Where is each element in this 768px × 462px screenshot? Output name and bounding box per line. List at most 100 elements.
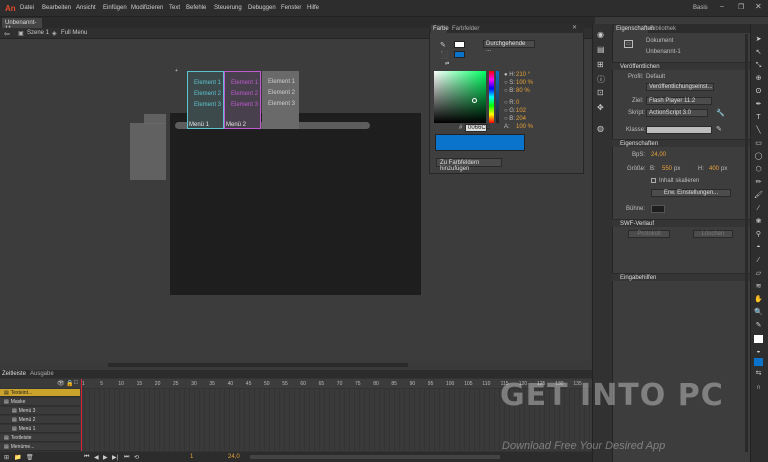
stroke-color-tool-icon[interactable]: ✎ bbox=[754, 322, 763, 330]
paint-bucket-tool-icon[interactable]: ◓ bbox=[754, 244, 763, 252]
hand-tool-icon[interactable]: ✋ bbox=[754, 296, 763, 304]
section-swf-history[interactable]: SWF-Verlauf bbox=[612, 219, 750, 227]
menu-3-element-2[interactable]: Element 2 bbox=[268, 90, 295, 96]
hue-slider[interactable] bbox=[489, 71, 494, 123]
offstage-shape[interactable] bbox=[130, 123, 166, 180]
fps-value[interactable]: 24,00 bbox=[651, 152, 666, 158]
panel-close-icon[interactable]: ✕ bbox=[572, 24, 577, 31]
loop-icon[interactable]: ⟲ bbox=[134, 454, 139, 461]
script-dropdown[interactable]: ActionScript 3.0 bbox=[646, 109, 708, 117]
breadcrumb-scene[interactable]: Szene 1 bbox=[27, 30, 49, 36]
current-frame[interactable]: 1 bbox=[190, 454, 193, 460]
back-arrow-icon[interactable]: ⇦ bbox=[4, 30, 10, 38]
menu-1-element-3[interactable]: Element 3 bbox=[194, 102, 221, 108]
class-input[interactable] bbox=[646, 126, 712, 134]
menu-2-label[interactable]: Menü 2 bbox=[226, 122, 246, 128]
color-picker-field[interactable] bbox=[434, 71, 486, 123]
frame-rate[interactable]: 24,0 bbox=[228, 454, 240, 460]
menu-debug[interactable]: Debuggen bbox=[248, 5, 276, 11]
swf-clear-button[interactable]: Löschen bbox=[693, 230, 733, 238]
menu-modify[interactable]: Modifizieren bbox=[131, 5, 163, 11]
first-frame-icon[interactable]: ⏮ bbox=[84, 454, 89, 461]
tab-properties[interactable]: Eigenschaften bbox=[614, 25, 654, 33]
alpha-slider[interactable] bbox=[496, 71, 499, 123]
selection-tool-icon[interactable]: ➤ bbox=[754, 36, 763, 44]
library-panel-icon[interactable]: ▤ bbox=[597, 45, 605, 54]
pencil-tool-icon[interactable]: ✏ bbox=[754, 179, 763, 187]
components-panel-icon[interactable]: ✥ bbox=[597, 103, 604, 112]
menu-file[interactable]: Datei bbox=[20, 5, 34, 11]
add-to-swatches-button[interactable]: Zu Farbfeldern hinzufügen bbox=[436, 158, 502, 172]
maximize-icon[interactable]: ❐ bbox=[738, 3, 744, 11]
deco-tool-icon[interactable]: ❀ bbox=[754, 218, 763, 226]
properties-scrollbar[interactable] bbox=[745, 34, 748, 452]
menu-control[interactable]: Steuerung bbox=[214, 5, 242, 11]
menu-3-element-3[interactable]: Element 3 bbox=[268, 101, 295, 107]
layer-row[interactable]: ▤ Menü 2 bbox=[0, 416, 80, 424]
stroke-color-chip[interactable] bbox=[754, 335, 763, 343]
fill-type-dropdown[interactable]: Durchgehende ... bbox=[483, 40, 535, 53]
3d-rotation-tool-icon[interactable]: ⊕ bbox=[754, 75, 763, 83]
play-icon[interactable]: ▶ bbox=[103, 454, 108, 461]
motion-presets-icon[interactable]: ◍ bbox=[597, 124, 604, 133]
menu-1-element-1[interactable]: Element 1 bbox=[194, 80, 221, 86]
width-value[interactable]: 550 bbox=[662, 166, 672, 172]
stroke-color-swatch[interactable] bbox=[454, 41, 465, 48]
eraser-tool-icon[interactable]: ▱ bbox=[754, 270, 763, 278]
layer-row[interactable]: ▤ Menü 3 bbox=[0, 407, 80, 415]
show-all-icon[interactable]: 👁 bbox=[57, 380, 65, 387]
close-icon[interactable]: ✕ bbox=[755, 2, 762, 11]
menu-insert[interactable]: Einfügen bbox=[103, 5, 127, 11]
menu-1-label[interactable]: Menü 1 bbox=[189, 122, 209, 128]
brightness-value[interactable]: 80 % bbox=[516, 88, 530, 94]
fill-color-chip[interactable] bbox=[754, 358, 763, 366]
menu-edit[interactable]: Bearbeiten bbox=[42, 5, 71, 11]
tab-timeline[interactable]: Zeitleiste bbox=[2, 371, 26, 377]
target-dropdown[interactable]: Flash Player 11.2 bbox=[646, 97, 712, 105]
lasso-tool-icon[interactable]: ʘ bbox=[754, 88, 763, 96]
menu-1-dropdown[interactable]: Element 1 Element 2 Element 3 bbox=[187, 71, 224, 129]
red-value[interactable]: 0 bbox=[516, 100, 519, 106]
swf-log-button[interactable]: Protokoll bbox=[628, 230, 670, 238]
tab-library[interactable]: Bibliothek bbox=[650, 26, 676, 32]
tab-output[interactable]: Ausgabe bbox=[30, 371, 54, 377]
menu-commands[interactable]: Befehle bbox=[186, 5, 206, 11]
menu-1-element-2[interactable]: Element 2 bbox=[194, 91, 221, 97]
section-publish[interactable]: Veröffentlichen bbox=[612, 62, 750, 70]
layer-row[interactable]: ▤ Texteint... bbox=[0, 389, 80, 397]
pen-tool-icon[interactable]: ✒ bbox=[754, 101, 763, 109]
workspace-switcher[interactable]: Basis bbox=[693, 5, 708, 11]
tab-swatches[interactable]: Farbfelder bbox=[452, 26, 479, 32]
alpha-value[interactable]: 100 % bbox=[516, 124, 533, 130]
section-properties[interactable]: Eigenschaften bbox=[612, 139, 750, 147]
scale-content-checkbox[interactable] bbox=[651, 178, 656, 183]
advanced-settings-button[interactable]: Erw. Einstellungen... bbox=[651, 189, 731, 197]
menu-2-element-2[interactable]: Element 2 bbox=[231, 91, 258, 97]
eyedropper-tool-icon[interactable]: ⁄ bbox=[754, 257, 763, 265]
fill-color-tool-icon[interactable]: ◒ bbox=[754, 348, 763, 356]
document-tab[interactable]: Unbenannt-1* bbox=[2, 18, 42, 32]
zoom-tool-icon[interactable]: 🔍 bbox=[754, 309, 763, 317]
subselection-tool-icon[interactable]: ↖ bbox=[754, 49, 763, 57]
menu-2-element-1[interactable]: Element 1 bbox=[231, 80, 258, 86]
green-value[interactable]: 102 bbox=[516, 108, 526, 114]
menu-2-dropdown[interactable]: Element 1 Element 2 Element 3 bbox=[224, 71, 261, 129]
info-panel-icon[interactable]: ⓘ bbox=[597, 74, 605, 85]
new-layer-icon[interactable]: ⊞ bbox=[4, 454, 9, 461]
menu-3-dropdown[interactable]: Element 1 Element 2 Element 3 bbox=[262, 71, 299, 129]
prev-frame-icon[interactable]: ◀ bbox=[94, 454, 99, 461]
publish-settings-button[interactable]: Veröffentlichungseinst... bbox=[646, 83, 714, 91]
text-tool-icon[interactable]: T bbox=[754, 114, 763, 122]
new-folder-icon[interactable]: 📁 bbox=[14, 454, 21, 461]
last-frame-icon[interactable]: ⏭ bbox=[124, 454, 129, 461]
snap-to-objects-icon[interactable]: ∩ bbox=[754, 384, 763, 392]
hex-input[interactable]: 0066CC bbox=[465, 124, 490, 132]
lock-all-icon[interactable]: 🔒 bbox=[66, 380, 73, 387]
minimize-icon[interactable]: – bbox=[720, 3, 724, 10]
edit-pencil-icon[interactable]: ✎ bbox=[716, 125, 722, 133]
wrench-icon[interactable]: 🔧 bbox=[716, 109, 725, 117]
layer-row[interactable]: ▤ Textleiste bbox=[0, 434, 80, 442]
layer-row[interactable]: ▤ Menüme... bbox=[0, 443, 80, 451]
fill-color-icon[interactable]: ⬛ bbox=[440, 51, 449, 59]
menu-help[interactable]: Hilfe bbox=[307, 5, 319, 11]
